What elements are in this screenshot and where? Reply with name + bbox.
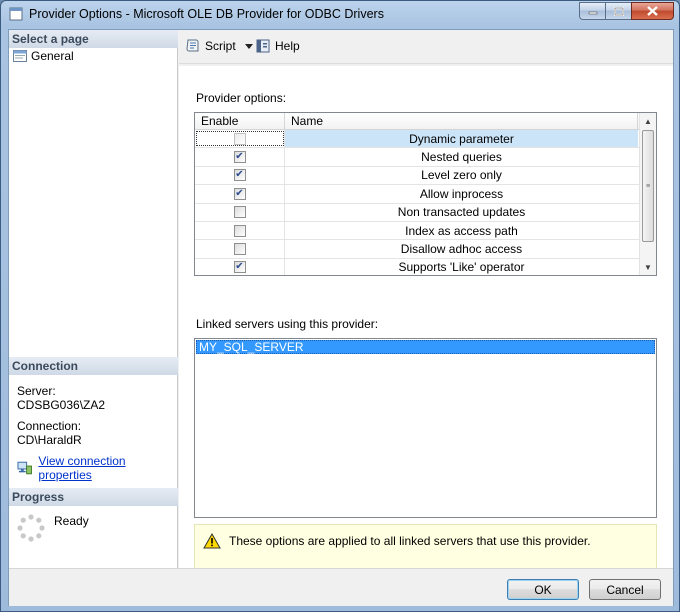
view-connection-properties[interactable]: View connection properties [17,454,177,482]
title-bar[interactable]: Provider Options - Microsoft OLE DB Prov… [1,1,679,27]
help-icon [256,39,270,53]
connection-info: Connection: CD\HaraldR [17,419,82,447]
server-value: CDSBG036\ZA2 [17,398,106,412]
table-row[interactable]: ✔ Level zero only [195,166,656,186]
option-name: Allow inprocess [419,186,504,201]
option-name: Nested queries [421,150,502,165]
option-name: Level zero only [421,168,502,183]
connection-properties-icon [17,461,32,475]
table-row[interactable]: Dynamic parameter [195,130,656,149]
scrollbar-thumb[interactable]: ≡ [642,130,654,242]
provider-options-label: Provider options: [196,91,287,105]
enable-checkbox[interactable] [233,224,246,237]
table-row[interactable]: Non transacted updates [195,203,656,222]
enable-checkbox[interactable] [233,206,246,219]
option-name: Dynamic parameter [285,130,638,148]
enable-cell: ✔ [195,148,285,166]
enable-cell [195,203,285,221]
help-label: Help [275,39,300,53]
caption-buttons [579,2,674,20]
scroll-up-arrow-icon[interactable]: ▲ [640,113,656,129]
grid-header: Enable Name [195,113,656,130]
warning-icon [203,533,221,549]
table-row[interactable]: ✔ Nested queries [195,148,656,167]
close-button[interactable] [631,2,674,20]
scroll-down-arrow-icon[interactable]: ▼ [640,259,656,275]
script-button[interactable]: Script [185,38,254,54]
table-row[interactable]: Index as access path [195,221,656,241]
column-header-enable[interactable]: Enable [195,113,285,129]
view-connection-properties-link[interactable]: View connection properties [38,454,177,482]
list-item[interactable]: MY_SQL_SERVER [196,340,655,354]
window-title: Provider Options - Microsoft OLE DB Prov… [29,7,384,21]
option-name: Index as access path [405,223,518,238]
dialog-footer: OK Cancel [9,568,673,606]
option-name: Supports 'Like' operator [398,260,525,275]
enable-cell: ✔ [195,166,285,185]
enable-checkbox[interactable]: ✔ [233,151,246,164]
minimize-button[interactable] [579,2,605,20]
info-message: These options are applied to all linked … [229,534,591,548]
option-name: Non transacted updates [397,205,526,220]
chevron-down-icon[interactable] [244,41,254,51]
sidebar-item-label: General [31,49,74,63]
server-label: Server: [17,384,56,398]
grid-body: Dynamic parameter ✔ Nested queries ✔ Level z… [195,130,656,275]
toolbar: Script Help [179,30,673,64]
linked-servers-label: Linked servers using this provider: [196,317,379,331]
general-page-content: Provider options: Enable Name Dynamic pa… [179,66,673,582]
enable-checkbox[interactable]: ✔ [233,187,246,200]
select-page-header: Select a page [9,30,178,48]
cancel-button[interactable]: Cancel [589,579,661,600]
provider-options-grid[interactable]: Enable Name Dynamic parameter ✔ Nested que… [194,112,657,276]
enable-cell [195,221,285,240]
enable-cell: ✔ [195,258,285,275]
enable-cell [195,130,285,148]
maximize-button[interactable] [605,2,631,20]
enable-cell [195,240,285,258]
server-info: Server: CDSBG036\ZA2 [17,384,105,412]
connection-label: Connection: [17,419,82,433]
enable-checkbox[interactable]: ✔ [233,261,246,274]
table-row[interactable]: Disallow adhoc access [195,240,656,259]
linked-servers-list[interactable]: MY_SQL_SERVER [194,338,657,518]
dialog-window: Provider Options - Microsoft OLE DB Prov… [0,0,680,612]
table-row[interactable]: ✔ Allow inprocess [195,185,656,204]
connection-header: Connection [9,357,178,375]
progress-status: Ready [54,514,89,528]
grid-vertical-scrollbar[interactable]: ▲ ≡ ▼ [639,113,656,275]
progress-header: Progress [9,488,178,506]
maximize-icon [613,6,624,16]
progress-spinner-icon [17,514,45,542]
close-icon [647,6,658,16]
help-button[interactable]: Help [255,38,300,54]
ok-button[interactable]: OK [507,579,579,600]
enable-cell: ✔ [195,185,285,203]
page-icon [13,50,27,62]
column-header-name[interactable]: Name [285,113,638,129]
window-icon [9,7,23,21]
enable-checkbox[interactable] [233,243,246,256]
connection-value: CD\HaraldR [17,433,82,447]
table-row[interactable]: ✔ Supports 'Like' operator [195,258,656,275]
enable-checkbox[interactable]: ✔ [233,169,246,182]
script-icon [186,39,199,52]
minimize-icon [588,11,597,15]
page-selector-pane: Select a page General Connection Server:… [9,30,178,568]
enable-checkbox[interactable] [233,132,246,145]
sidebar-item-general[interactable]: General [13,49,74,63]
script-label: Script [205,39,236,53]
dialog-client: Select a page General Connection Server:… [8,29,674,606]
option-name: Disallow adhoc access [400,242,523,257]
